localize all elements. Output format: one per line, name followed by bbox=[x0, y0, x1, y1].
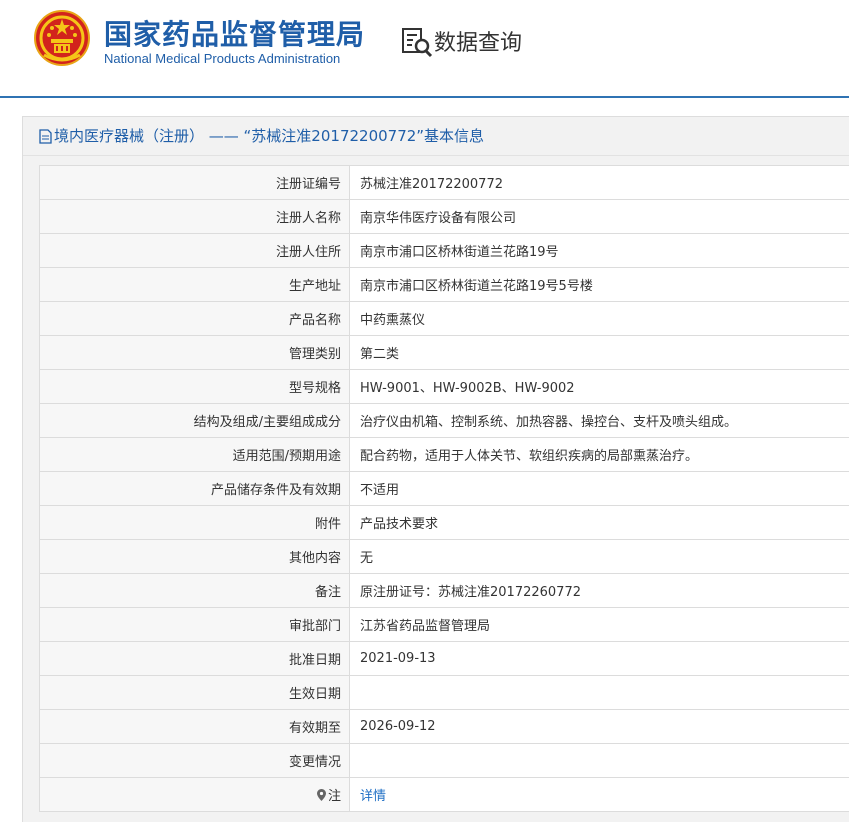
field-label: 注册人住所 bbox=[40, 234, 350, 268]
info-panel: 境内医疗器械（注册） —— “苏械注准20172200772”基本信息 注册证编… bbox=[22, 116, 849, 822]
field-label: 审批部门 bbox=[40, 608, 350, 642]
table-row: 适用范围/预期用途配合药物，适用于人体关节、软组织疾病的局部熏蒸治疗。 bbox=[40, 438, 849, 472]
table-row: 管理类别第二类 bbox=[40, 336, 849, 370]
field-value: 江苏省药品监督管理局 bbox=[350, 608, 849, 642]
map-pin-icon bbox=[317, 789, 326, 801]
field-value: HW-9001、HW-9002B、HW-9002 bbox=[350, 370, 849, 404]
field-label: 附件 bbox=[40, 506, 350, 540]
field-label: 其他内容 bbox=[40, 540, 350, 574]
field-label: 型号规格 bbox=[40, 370, 350, 404]
field-value: 不适用 bbox=[350, 472, 849, 506]
field-label: 生效日期 bbox=[40, 676, 350, 710]
field-label: 生产地址 bbox=[40, 268, 350, 302]
table-row: 生效日期 bbox=[40, 676, 849, 710]
field-label: 结构及组成/主要组成成分 bbox=[40, 404, 350, 438]
table-row: 产品储存条件及有效期不适用 bbox=[40, 472, 849, 506]
field-value: 原注册证号：苏械注准20172260772 bbox=[350, 574, 849, 608]
field-label: 产品名称 bbox=[40, 302, 350, 336]
table-row: 变更情况 bbox=[40, 744, 849, 778]
site-header: 国家药品监督管理局 National Medical Products Admi… bbox=[0, 0, 849, 96]
field-value: 南京市浦口区桥林街道兰花路19号5号楼 bbox=[350, 268, 849, 302]
note-label: 注 bbox=[328, 789, 341, 804]
field-label: 变更情况 bbox=[40, 744, 350, 778]
field-value: 产品技术要求 bbox=[350, 506, 849, 540]
field-label: 适用范围/预期用途 bbox=[40, 438, 350, 472]
table-row: 有效期至2026-09-12 bbox=[40, 710, 849, 744]
site-title[interactable]: 国家药品监督管理局 bbox=[104, 13, 365, 53]
field-value: 2026-09-12 bbox=[350, 710, 849, 744]
field-value: 2021-09-13 bbox=[350, 642, 849, 676]
site-subtitle: National Medical Products Administration bbox=[104, 51, 340, 66]
note-label-cell: 注 bbox=[40, 778, 350, 812]
table-row: 注册人名称南京华伟医疗设备有限公司 bbox=[40, 200, 849, 234]
field-value: 第二类 bbox=[350, 336, 849, 370]
table-row: 注册证编号苏械注准20172200772 bbox=[40, 166, 849, 200]
table-row: 注册人住所南京市浦口区桥林街道兰花路19号 bbox=[40, 234, 849, 268]
table-row: 审批部门江苏省药品监督管理局 bbox=[40, 608, 849, 642]
national-emblem-icon bbox=[34, 10, 90, 66]
field-label: 产品储存条件及有效期 bbox=[40, 472, 350, 506]
field-label: 注册证编号 bbox=[40, 166, 350, 200]
field-value: 配合药物，适用于人体关节、软组织疾病的局部熏蒸治疗。 bbox=[350, 438, 849, 472]
field-value: 中药熏蒸仪 bbox=[350, 302, 849, 336]
field-value: 南京华伟医疗设备有限公司 bbox=[350, 200, 849, 234]
table-row: 生产地址南京市浦口区桥林街道兰花路19号5号楼 bbox=[40, 268, 849, 302]
data-query-icon bbox=[400, 26, 434, 58]
field-value bbox=[350, 676, 849, 710]
field-value: 无 bbox=[350, 540, 849, 574]
field-label: 管理类别 bbox=[40, 336, 350, 370]
field-label: 有效期至 bbox=[40, 710, 350, 744]
field-value: 苏械注准20172200772 bbox=[350, 166, 849, 200]
table-row: 产品名称中药熏蒸仪 bbox=[40, 302, 849, 336]
table-row: 批准日期2021-09-13 bbox=[40, 642, 849, 676]
field-label: 注册人名称 bbox=[40, 200, 350, 234]
table-row: 结构及组成/主要组成成分治疗仪由机箱、控制系统、加热容器、操控台、支杆及喷头组成… bbox=[40, 404, 849, 438]
document-icon bbox=[39, 129, 52, 144]
panel-title: 境内医疗器械（注册） —— “苏械注准20172200772”基本信息 bbox=[54, 117, 484, 155]
field-value bbox=[350, 744, 849, 778]
table-row: 备注原注册证号：苏械注准20172260772 bbox=[40, 574, 849, 608]
table-row-note: 注 详情 bbox=[40, 778, 849, 812]
table-row: 其他内容无 bbox=[40, 540, 849, 574]
data-query-title: 数据查询 bbox=[434, 25, 522, 57]
details-link[interactable]: 详情 bbox=[360, 789, 386, 804]
field-label: 备注 bbox=[40, 574, 350, 608]
field-label: 批准日期 bbox=[40, 642, 350, 676]
device-info-table: 注册证编号苏械注准20172200772注册人名称南京华伟医疗设备有限公司注册人… bbox=[39, 165, 849, 812]
table-row: 型号规格HW-9001、HW-9002B、HW-9002 bbox=[40, 370, 849, 404]
panel-header: 境内医疗器械（注册） —— “苏械注准20172200772”基本信息 bbox=[23, 117, 849, 156]
field-value: 治疗仪由机箱、控制系统、加热容器、操控台、支杆及喷头组成。 bbox=[350, 404, 849, 438]
header-divider bbox=[0, 96, 849, 98]
table-row: 附件产品技术要求 bbox=[40, 506, 849, 540]
field-value: 南京市浦口区桥林街道兰花路19号 bbox=[350, 234, 849, 268]
note-value-cell: 详情 bbox=[350, 778, 849, 812]
